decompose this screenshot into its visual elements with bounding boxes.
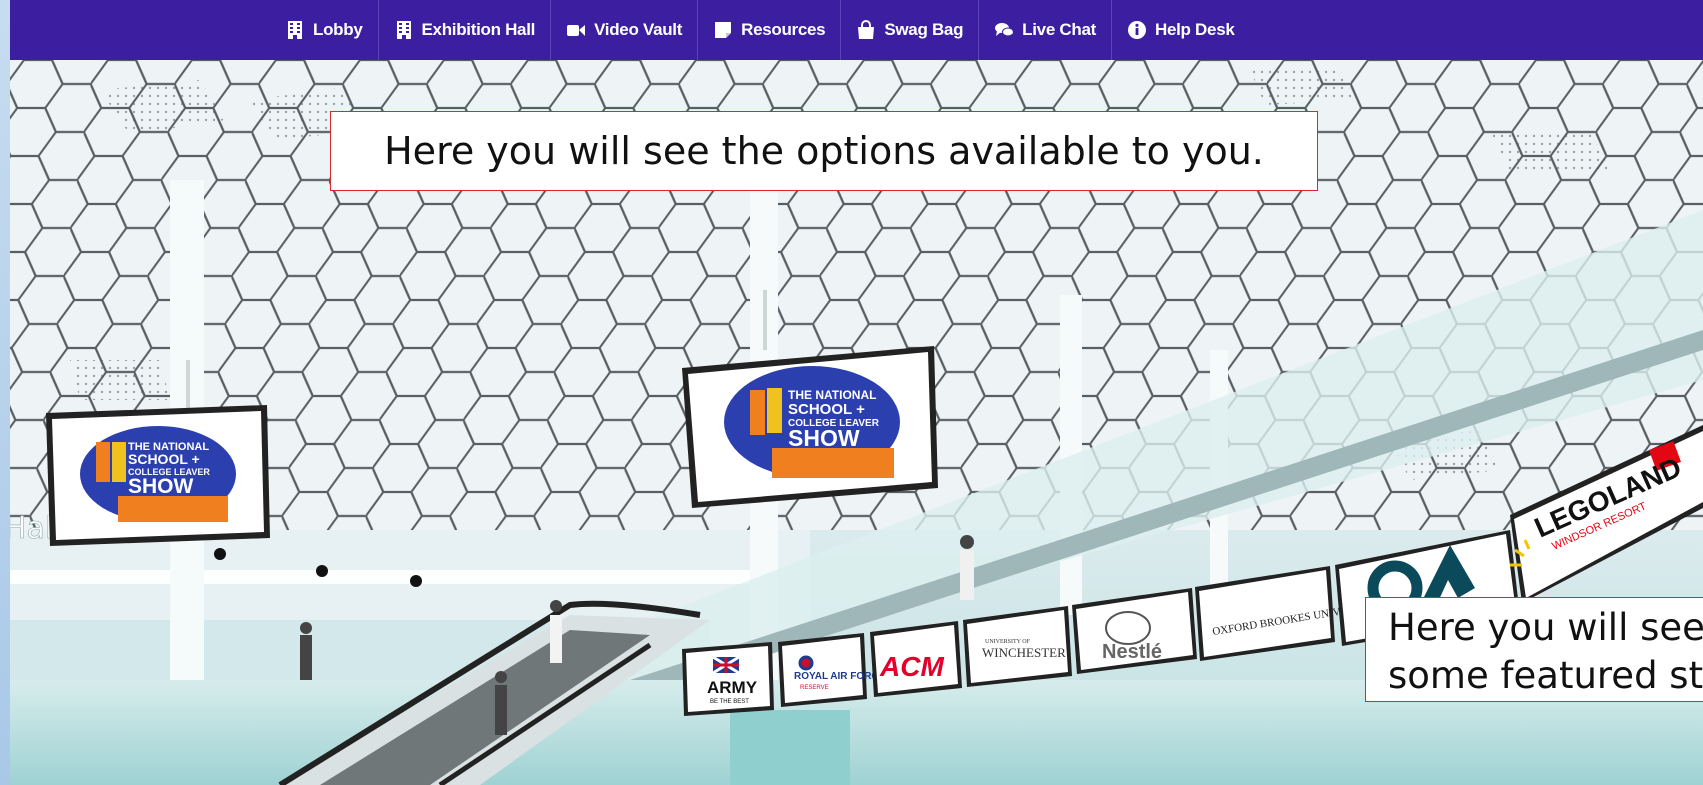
info-icon	[1128, 21, 1146, 39]
nav-video-vault[interactable]: Video Vault	[551, 0, 699, 60]
window-left-edge	[0, 0, 10, 785]
screen-center-title-4: SHOW	[788, 425, 860, 451]
nav-resources[interactable]: Resources	[698, 0, 842, 60]
nav-exhibition-hall[interactable]: Exhibition Hall	[379, 0, 552, 60]
sponsor-army-sub: BE THE BEST	[710, 699, 749, 705]
sponsor-army[interactable]: ARMY BE THE BEST	[682, 642, 774, 716]
nav-video-vault-label: Video Vault	[594, 20, 683, 39]
nav-swag-bag-label: Swag Bag	[884, 20, 964, 39]
sponsor-nestle-name: Nestlé	[1102, 641, 1162, 663]
top-nav-bar: Lobby Exhibition Hall Video Vault Resour…	[10, 0, 1703, 60]
sponsor-raf-name: ROYAL AIR FORCE	[794, 671, 886, 682]
nav-live-chat-label: Live Chat	[1022, 20, 1096, 39]
sponsor-nestle[interactable]: Nestlé	[1072, 588, 1197, 674]
featured-callout-line-2: some featured st	[1388, 654, 1703, 697]
shopping-bag-icon	[858, 20, 875, 39]
nav-resources-label: Resources	[741, 20, 826, 39]
nav-lobby-label: Lobby	[313, 20, 363, 39]
building-icon	[288, 21, 302, 39]
screen-center-title-2: SCHOOL +	[788, 401, 865, 418]
options-callout-text: Here you will see the options available …	[384, 129, 1264, 173]
building-icon	[396, 21, 411, 39]
sponsor-army-name: ARMY	[707, 678, 758, 697]
sponsor-acm-name: ACM	[879, 651, 944, 682]
sponsor-acm[interactable]: ACM	[870, 621, 962, 697]
nav-lobby[interactable]: Lobby	[270, 0, 379, 60]
screen-left-title-2: SCHOOL +	[128, 451, 200, 467]
nav-live-chat[interactable]: Live Chat	[979, 0, 1112, 60]
sponsor-raf-sub: RESERVE	[800, 685, 829, 691]
sponsor-winchester[interactable]: UNIVERSITY OF WINCHESTER	[963, 606, 1072, 687]
sponsor-winchester-name: WINCHESTER	[982, 645, 1066, 660]
featured-callout-line-1: Here you will see	[1388, 606, 1703, 649]
options-callout: Here you will see the options available …	[330, 111, 1318, 191]
nav-swag-bag[interactable]: Swag Bag	[841, 0, 980, 60]
screen-center-title-1: THE NATIONAL	[788, 388, 876, 402]
video-camera-icon	[567, 25, 586, 36]
nav-help-desk[interactable]: Help Desk	[1112, 0, 1250, 60]
screen-left-title-4: SHOW	[128, 475, 194, 498]
featured-stands-callout: Here you will see some featured st	[1365, 597, 1703, 702]
chat-bubbles-icon	[995, 23, 1015, 37]
nav-exhibition-hall-label: Exhibition Hall	[421, 20, 536, 39]
nav-help-desk-label: Help Desk	[1155, 20, 1235, 39]
document-icon	[715, 22, 732, 38]
